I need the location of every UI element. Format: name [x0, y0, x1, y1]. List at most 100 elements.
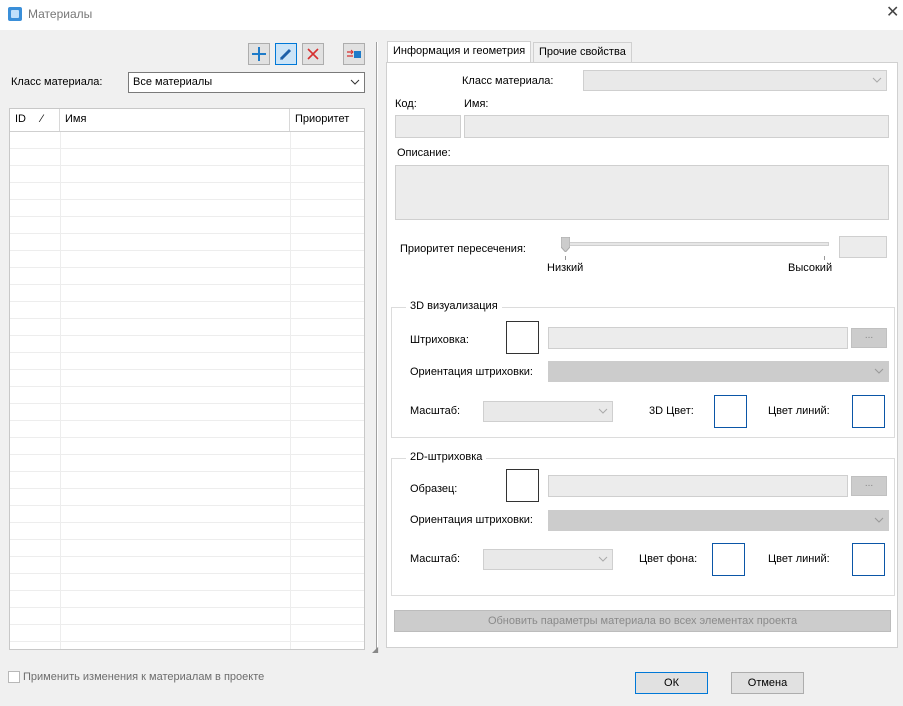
priority-high-label: Высокий — [788, 262, 833, 274]
panel-splitter[interactable] — [376, 42, 378, 652]
table-row — [10, 557, 364, 574]
delete-material-button[interactable] — [302, 43, 324, 65]
table-row — [10, 166, 364, 183]
table-row — [10, 217, 364, 234]
update-all-elements-button[interactable]: Обновить параметры материала во всех эле… — [394, 610, 891, 632]
slider-tick — [565, 256, 566, 260]
code-label: Код: — [395, 98, 417, 110]
table-row — [10, 489, 364, 506]
table-row — [10, 404, 364, 421]
table-row — [10, 540, 364, 557]
title-bar: Материалы ✕ — [0, 0, 903, 30]
orientation-3d-select[interactable] — [548, 361, 889, 382]
class-select[interactable] — [583, 70, 887, 91]
description-label: Описание: — [397, 147, 451, 159]
hatch-3d-browse-button[interactable]: ... — [851, 328, 887, 348]
table-row — [10, 421, 364, 438]
line-color-3d-swatch[interactable] — [852, 395, 885, 428]
swap-materials-button[interactable] — [343, 43, 365, 65]
materials-table[interactable]: ID ⁄ Имя Приоритет — [9, 108, 365, 650]
priority-label: Приоритет пересечения: — [400, 243, 526, 255]
table-row — [10, 234, 364, 251]
hatch-label: Штриховка: — [410, 334, 469, 346]
table-row — [10, 438, 364, 455]
apply-changes-checkbox[interactable] — [8, 671, 20, 683]
line-color-2d-label: Цвет линий: — [768, 553, 830, 565]
bg-color-label: Цвет фона: — [639, 553, 698, 565]
table-row — [10, 200, 364, 217]
table-row — [10, 506, 364, 523]
left-class-label: Класс материала: — [11, 76, 103, 88]
left-class-value: Все материалы — [133, 76, 213, 88]
tab-info-geometry[interactable]: Информация и геометрия — [387, 41, 532, 63]
sort-indicator-icon: ⁄ — [41, 113, 43, 125]
table-row — [10, 625, 364, 642]
code-input[interactable] — [395, 115, 461, 138]
chevron-down-icon — [350, 79, 360, 85]
table-row — [10, 183, 364, 200]
hatch-2d-swatch[interactable] — [506, 469, 539, 502]
table-row — [10, 132, 364, 149]
priority-slider-thumb[interactable] — [560, 236, 571, 253]
chevron-down-icon — [874, 368, 884, 374]
orientation-3d-label: Ориентация штриховки: — [410, 366, 533, 378]
sample-label: Образец: — [410, 483, 458, 495]
tab-other-properties[interactable]: Прочие свойства — [533, 42, 632, 63]
orientation-2d-select[interactable] — [548, 510, 889, 531]
edit-material-button[interactable] — [275, 43, 297, 65]
hatch-3d-input[interactable] — [548, 327, 848, 349]
table-row — [10, 285, 364, 302]
table-row — [10, 353, 364, 370]
ok-button[interactable]: ОК — [635, 672, 708, 694]
chevron-down-icon — [598, 408, 608, 414]
delete-x-icon — [307, 48, 319, 60]
add-material-button[interactable] — [248, 43, 270, 65]
table-row — [10, 251, 364, 268]
table-row — [10, 319, 364, 336]
chevron-down-icon — [872, 77, 882, 83]
table-row — [10, 608, 364, 625]
column-name[interactable]: Имя — [60, 109, 290, 131]
scale-3d-select[interactable] — [483, 401, 613, 422]
column-priority[interactable]: Приоритет — [290, 109, 364, 131]
table-header: ID ⁄ Имя Приоритет — [10, 109, 364, 132]
line-color-2d-swatch[interactable] — [852, 543, 885, 576]
slider-tick — [824, 256, 825, 260]
column-id[interactable]: ID ⁄ — [10, 109, 60, 131]
close-icon[interactable]: ✕ — [886, 5, 899, 21]
table-row — [10, 302, 364, 319]
table-row — [10, 370, 364, 387]
table-row — [10, 336, 364, 353]
table-row — [10, 523, 364, 540]
priority-slider-track[interactable] — [565, 242, 829, 246]
priority-value-input[interactable] — [839, 236, 887, 258]
bg-color-swatch[interactable] — [712, 543, 745, 576]
color-3d-swatch[interactable] — [714, 395, 747, 428]
table-row — [10, 268, 364, 285]
description-input[interactable] — [395, 165, 889, 220]
chevron-down-icon — [598, 556, 608, 562]
scale-2d-select[interactable] — [483, 549, 613, 570]
hatch-2d-input[interactable] — [548, 475, 848, 497]
pencil-icon — [279, 48, 292, 61]
resize-grip-icon[interactable]: ◢ — [372, 645, 378, 654]
group-2d-title: 2D-штриховка — [406, 451, 487, 463]
table-row — [10, 591, 364, 608]
plus-icon — [252, 47, 266, 61]
table-row — [10, 149, 364, 166]
cancel-button[interactable]: Отмена — [731, 672, 804, 694]
apply-changes-label: Применить изменения к материалам в проек… — [23, 671, 265, 683]
priority-low-label: Низкий — [547, 262, 584, 274]
scale-2d-label: Масштаб: — [410, 553, 461, 565]
line-color-3d-label: Цвет линий: — [768, 405, 830, 417]
table-row — [10, 574, 364, 591]
chevron-down-icon — [874, 517, 884, 523]
table-row — [10, 455, 364, 472]
hatch-2d-browse-button[interactable]: ... — [851, 476, 887, 496]
name-input[interactable] — [464, 115, 889, 138]
window-title: Материалы — [28, 7, 93, 21]
hatch-3d-swatch[interactable] — [506, 321, 539, 354]
app-icon — [8, 7, 22, 21]
group-3d-title: 3D визуализация — [406, 300, 502, 312]
left-class-select[interactable]: Все материалы — [128, 72, 365, 93]
